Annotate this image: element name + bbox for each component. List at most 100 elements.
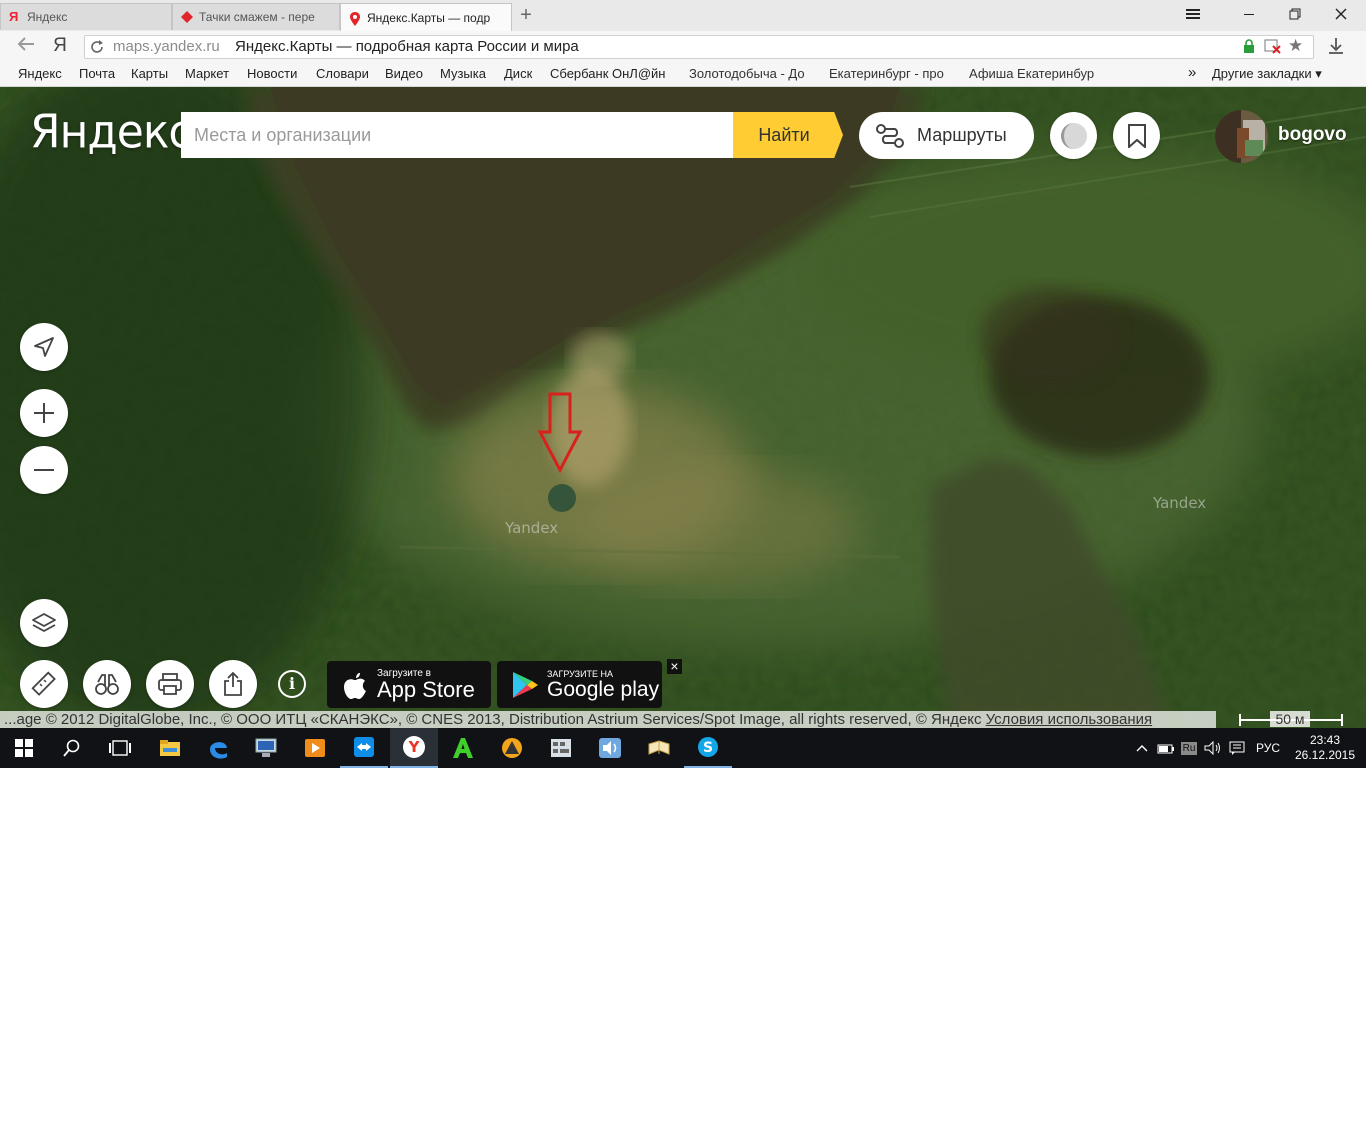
layers-icon (32, 613, 56, 632)
aimp-icon[interactable] (488, 728, 536, 768)
printer-icon (158, 673, 182, 695)
back-arrow-icon[interactable] (14, 34, 38, 58)
teamviewer-icon[interactable] (340, 728, 388, 768)
google-play-badge[interactable]: ЗАГРУЗИТЕ НА Google play (497, 661, 662, 708)
tab-tachki[interactable]: Тачки смажем - пере (172, 3, 340, 30)
info-icon[interactable]: i (278, 670, 306, 698)
task-view-icon[interactable] (96, 728, 144, 768)
star-bookmark-icon[interactable]: ★ (1288, 36, 1303, 56)
tab-yandex-maps[interactable]: Яндекс.Карты — подр (340, 3, 512, 31)
bookmark-item[interactable]: Почта (79, 66, 115, 81)
language-box[interactable]: Ru (1180, 728, 1198, 768)
panorama-button[interactable] (83, 660, 131, 708)
apple-icon (344, 672, 366, 699)
ruler-icon (31, 671, 56, 696)
ruler-button[interactable] (20, 660, 68, 708)
tab-title: Яндекс.Карты — подр (367, 10, 491, 25)
reader-icon[interactable] (635, 728, 683, 768)
media-player-icon[interactable] (291, 728, 339, 768)
bookmark-item[interactable]: Карты (131, 66, 168, 81)
bookmark-item[interactable]: Афиша Екатеринбур (969, 66, 1095, 81)
bookmark-item[interactable]: Видео (385, 66, 423, 81)
close-store-badges-button[interactable]: × (667, 659, 682, 674)
print-button[interactable] (146, 660, 194, 708)
clock-time: 23:43 (1309, 733, 1341, 747)
binoculars-icon (95, 674, 119, 695)
app-store-badge[interactable]: Загрузите в App Store (327, 661, 491, 708)
start-icon[interactable] (0, 728, 48, 768)
tray-chevron-up-icon[interactable] (1134, 728, 1150, 768)
search-icon[interactable] (48, 728, 96, 768)
routes-button[interactable]: Маршруты (859, 112, 1034, 159)
menu-icon[interactable] (1170, 0, 1216, 31)
route-icon (876, 123, 904, 148)
reload-icon[interactable] (89, 39, 105, 60)
grid-app-icon[interactable] (537, 728, 585, 768)
yandex-browser-icon[interactable]: Y (390, 728, 438, 768)
bookmark-item[interactable]: Новости (247, 66, 297, 81)
map-pin-icon (349, 11, 361, 26)
zoom-in-button[interactable] (20, 389, 68, 437)
url-domain: maps.yandex.ru (113, 38, 220, 55)
yandex-logo[interactable]: Яндекс (30, 106, 193, 160)
skype-icon[interactable]: S (684, 728, 732, 768)
bookmark-item[interactable]: Музыка (440, 66, 486, 81)
location-arrow-icon (34, 337, 54, 357)
volume-icon[interactable] (1203, 728, 1223, 768)
yandex-button[interactable]: Я (48, 34, 72, 58)
svg-text:Y: Y (408, 738, 421, 756)
bookmark-icon (1127, 123, 1146, 148)
svg-text:S: S (703, 740, 713, 756)
bookmark-item[interactable]: Маркет (185, 66, 229, 81)
file-explorer-icon[interactable] (146, 728, 194, 768)
minus-icon (34, 469, 54, 471)
zoom-out-button[interactable] (20, 446, 68, 494)
google-play-big: Google play (547, 677, 660, 701)
clock-date: 26.12.2015 (1294, 748, 1356, 762)
blocked-content-icon[interactable] (1264, 38, 1282, 59)
sound-app-icon[interactable] (586, 728, 634, 768)
copyright-bar: ...age © 2012 DigitalGlobe, Inc., © ООО … (0, 711, 1216, 728)
red-diamond-icon (181, 11, 193, 23)
input-language[interactable]: РУС (1253, 728, 1283, 768)
bookmarks-button[interactable] (1113, 112, 1160, 159)
scale-label: 50 м (1270, 711, 1310, 727)
satellite-map[interactable] (0, 87, 1366, 728)
green-a-icon[interactable] (439, 728, 487, 768)
edge-icon[interactable] (194, 728, 242, 768)
bookmarks-overflow-button[interactable]: » (1188, 64, 1196, 81)
bookmark-item[interactable]: Екатеринбург - про (829, 66, 955, 81)
app-store-big: App Store (377, 676, 475, 702)
map-watermark: Yandex (505, 519, 559, 537)
network-app-icon[interactable] (242, 728, 290, 768)
tab-yandex[interactable]: Я Яндекс (0, 3, 172, 30)
locate-button[interactable] (20, 323, 68, 371)
lock-icon[interactable] (1243, 39, 1255, 58)
routes-label: Маршруты (917, 125, 1007, 145)
bookmark-item[interactable]: Сбербанк ОнЛ@йн (550, 66, 665, 81)
traffic-icon (1060, 122, 1087, 149)
close-icon[interactable] (1318, 0, 1364, 31)
other-bookmarks-button[interactable]: Другие закладки ▾ (1212, 66, 1322, 82)
avatar[interactable] (1215, 110, 1268, 163)
username[interactable]: bogovo (1278, 124, 1347, 146)
download-icon[interactable] (1327, 37, 1345, 60)
bookmark-item[interactable]: Яндекс (18, 66, 62, 81)
clock[interactable]: 23:43 26.12.2015 (1292, 728, 1358, 768)
notifications-icon[interactable] (1227, 728, 1247, 768)
bookmark-item[interactable]: Золотодобыча - До (689, 66, 815, 81)
plus-icon (34, 403, 54, 423)
bookmark-item[interactable]: Диск (504, 66, 532, 81)
traffic-button[interactable] (1050, 112, 1097, 159)
battery-icon[interactable] (1156, 728, 1176, 768)
yandex-y-icon: Я (9, 9, 19, 24)
new-tab-button[interactable]: + (514, 4, 538, 26)
layers-button[interactable] (20, 599, 68, 647)
bookmark-item[interactable]: Словари (316, 66, 369, 81)
minimize-icon[interactable] (1226, 0, 1272, 31)
share-button[interactable] (209, 660, 257, 708)
find-button[interactable]: Найти (733, 112, 843, 158)
terms-link[interactable]: Условия использования (986, 711, 1153, 728)
search-input[interactable] (181, 112, 733, 158)
restore-icon[interactable] (1272, 0, 1318, 31)
